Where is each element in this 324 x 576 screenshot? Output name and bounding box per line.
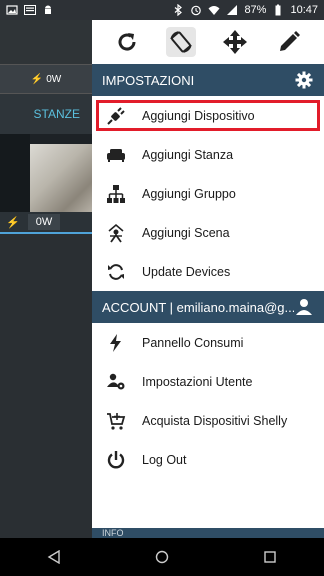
scene-icon: [106, 223, 126, 243]
status-bar: 87% 10:47: [0, 0, 324, 20]
menu-log-out-label: Log Out: [142, 452, 187, 467]
bolt-icon: ⚡: [6, 216, 20, 229]
background-power-summary: ⚡ 0W: [0, 64, 92, 94]
bolt-icon: [106, 333, 126, 353]
menu-add-group[interactable]: Aggiungi Gruppo: [92, 174, 324, 213]
settings-section-title: IMPOSTAZIONI: [102, 72, 195, 88]
menu-add-device[interactable]: Aggiungi Dispositivo: [92, 96, 324, 135]
settings-section-header: IMPOSTAZIONI: [92, 64, 324, 96]
edit-button[interactable]: [274, 27, 304, 57]
sync-icon: [106, 262, 126, 282]
screen-rotate-icon: [170, 31, 192, 53]
back-icon: [47, 550, 60, 564]
navigation-drawer: IMPOSTAZIONI Aggiungi Dispositivo Aggiun…: [92, 20, 324, 538]
background-power-value: 0W: [46, 73, 62, 85]
room-power-value: 0W: [27, 214, 61, 230]
menu-add-group-label: Aggiungi Gruppo: [142, 186, 236, 201]
menu-log-out[interactable]: Log Out: [92, 440, 324, 479]
menu-user-settings[interactable]: Impostazioni Utente: [92, 362, 324, 401]
nav-back-button[interactable]: [34, 538, 74, 576]
background-toolbar: [0, 20, 92, 64]
plug-icon: [106, 106, 126, 126]
menu-add-scene-label: Aggiungi Scena: [142, 225, 230, 240]
clock: 10:47: [290, 4, 318, 16]
gear-icon: [295, 71, 313, 89]
background-room-card[interactable]: ⚡ 0W: [0, 134, 92, 234]
home-icon: [155, 550, 169, 564]
battery-icon: [275, 4, 281, 16]
gear-button[interactable]: [294, 70, 314, 90]
recents-icon: [264, 551, 276, 563]
sofa-icon: [106, 145, 126, 165]
status-indicators: 87% 10:47: [172, 4, 318, 16]
battery-percent: 87%: [244, 4, 267, 16]
image-icon: [6, 5, 18, 15]
menu-add-scene[interactable]: Aggiungi Scena: [92, 213, 324, 252]
info-section-header[interactable]: INFO: [92, 528, 324, 538]
wifi-icon: [208, 6, 220, 15]
background-app: ⚡ 0W STANZE ⚡ 0W: [0, 20, 92, 538]
refresh-icon: [118, 33, 136, 51]
account-section-title: ACCOUNT | emiliano.maina@g...: [102, 299, 294, 315]
bolt-icon: ⚡: [30, 73, 44, 85]
menu-user-settings-label: Impostazioni Utente: [142, 374, 253, 389]
nav-home-button[interactable]: [142, 538, 182, 576]
menu-add-device-label: Aggiungi Dispositivo: [142, 108, 255, 123]
android-nav-bar: [0, 538, 324, 576]
alarm-icon: [191, 5, 202, 16]
menu-add-room[interactable]: Aggiungi Stanza: [92, 135, 324, 174]
menu-energy-panel-label: Pannello Consumi: [142, 335, 244, 350]
move-icon: [223, 30, 247, 54]
menu-buy-devices[interactable]: Acquista Dispositivi Shelly: [92, 401, 324, 440]
background-tab-stanze[interactable]: STANZE: [0, 94, 92, 134]
account-button[interactable]: [294, 297, 314, 317]
ilfatto-icon: [24, 5, 36, 15]
menu-energy-panel[interactable]: Pannello Consumi: [92, 323, 324, 362]
screen-rotate-button[interactable]: [166, 27, 196, 57]
nav-recents-button[interactable]: [250, 538, 290, 576]
cart-icon: [106, 411, 126, 431]
bluetooth-icon: [175, 4, 183, 16]
menu-update-devices-label: Update Devices: [142, 264, 231, 279]
info-section-title: INFO: [102, 528, 124, 538]
person-icon: [296, 299, 312, 315]
room-power-bar: ⚡ 0W: [0, 212, 92, 234]
move-button[interactable]: [220, 27, 250, 57]
group-icon: [106, 184, 126, 204]
account-section-header: ACCOUNT | emiliano.maina@g...: [92, 291, 324, 323]
power-icon: [106, 450, 126, 470]
drawer-top-toolbar: [92, 20, 324, 64]
menu-buy-devices-label: Acquista Dispositivi Shelly: [142, 413, 288, 428]
menu-update-devices[interactable]: Update Devices: [92, 252, 324, 291]
refresh-button[interactable]: [112, 27, 142, 57]
notification-icons: [6, 4, 54, 16]
android-icon: [45, 5, 51, 14]
signal-icon: [227, 5, 238, 15]
tab-stanze-label: STANZE: [33, 107, 80, 121]
edit-icon: [280, 31, 300, 51]
user-settings-icon: [106, 372, 126, 392]
menu-add-room-label: Aggiungi Stanza: [142, 147, 234, 162]
